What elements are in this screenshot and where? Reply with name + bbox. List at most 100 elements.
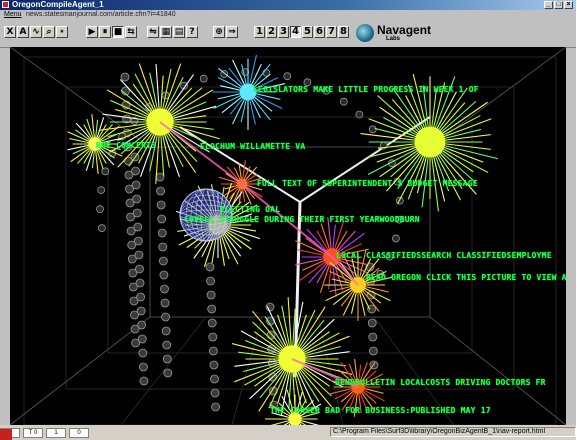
grid-node	[156, 186, 165, 196]
grid-node	[135, 264, 144, 274]
grid-node	[138, 348, 148, 358]
arc-node	[97, 224, 106, 232]
app-window: OregonCompileAgent_1 _ □ × Menu news.sta…	[0, 0, 576, 440]
search-tool-button[interactable]: ⌕	[43, 26, 55, 38]
current-url: news.statesmanjournal.com/article.cfm?i=…	[26, 11, 176, 18]
status-bar: 0 T 0 1 0 C:\Program Files\Surf3D\librar…	[0, 425, 576, 440]
grid-node	[208, 346, 218, 356]
arc-node	[97, 186, 106, 194]
grid-node	[159, 270, 169, 280]
node-label[interactable]: LOCAL CLASSIFIEDSSEARCH CLASSIFIEDSEMPLO…	[336, 251, 552, 260]
forward-button[interactable]: ⇒	[226, 26, 238, 38]
node-label[interactable]: LEGISLATORS MAKE LITTLE PROGRESS IN WEEK…	[253, 85, 479, 94]
node-label[interactable]: NUE CONCERTS	[96, 141, 156, 150]
node-label[interactable]: THE CORNER BAD FOR BUSINESS:PUBLISHED MA…	[270, 406, 491, 415]
grid-node	[206, 276, 215, 286]
grid-node	[210, 374, 219, 384]
grid-node	[134, 250, 144, 260]
link-line	[159, 121, 243, 185]
view-6-button[interactable]: 6	[314, 26, 325, 38]
grid-line	[429, 47, 566, 148]
node-label[interactable]: COVELL STRUGGLE DURING THEIR FIRST YEARW…	[184, 215, 420, 224]
grid-node	[158, 242, 168, 252]
grid-line	[10, 316, 151, 425]
wave-tool-button[interactable]: ∿	[30, 26, 42, 38]
status-field: T 0	[23, 428, 43, 438]
grid-node	[137, 334, 147, 344]
status-field: 1	[46, 428, 66, 438]
maximize-button[interactable]: □	[554, 1, 563, 9]
grid-node	[161, 312, 171, 322]
grid-node	[163, 368, 173, 378]
zoom-button[interactable]: ⊕	[213, 26, 225, 38]
grid-node	[211, 402, 221, 412]
node-label[interactable]: READ OREGON CLICK THIS PICTURE TO VIEW A…	[366, 273, 566, 282]
stop-button[interactable]: ■	[112, 26, 124, 38]
transfer-button[interactable]: ⇋	[147, 26, 159, 38]
toolbar: X A ∿ ⌕ ⋆ ▶ ⏸ ■ ⇆ ⇋ ▦ ▤ ? ⊕ ⇒ 1 2 3 4 5 …	[0, 19, 576, 48]
arc-node	[339, 97, 348, 106]
view-3-button[interactable]: 3	[278, 26, 289, 38]
arc-node	[355, 110, 364, 119]
node-label[interactable]: ELECTING OAL	[220, 205, 280, 214]
grid-node	[206, 290, 216, 300]
list-view-button[interactable]: ▤	[173, 26, 185, 38]
arc-node	[283, 72, 292, 81]
node-label[interactable]: FULL TEXT OF SUPERINTENDENT S BUDGET MES…	[257, 179, 478, 188]
globe-icon	[356, 24, 374, 42]
grid-node	[136, 306, 146, 316]
grid-node	[139, 376, 149, 386]
grid-node	[368, 332, 378, 342]
grid-node	[205, 262, 215, 272]
grid-node	[133, 236, 143, 246]
status-field: 0	[69, 428, 89, 438]
view-2-button[interactable]: 2	[266, 26, 277, 38]
help-button[interactable]: ?	[186, 26, 198, 38]
taskbar-edge	[0, 429, 12, 440]
view-8-button[interactable]: 8	[338, 26, 349, 38]
grid-node	[368, 346, 378, 356]
grid-node	[133, 222, 143, 232]
view-5-button[interactable]: 5	[302, 26, 313, 38]
grid-node	[160, 298, 170, 308]
grid-node	[131, 166, 140, 176]
grid-node	[135, 278, 145, 288]
node-label[interactable]: ELOCHUM WILLAMETTE VA	[200, 142, 305, 151]
node-label[interactable]: BENDBULLETIN LOCALCOSTS DRIVING DOCTORS …	[335, 378, 546, 387]
view-1-button[interactable]: 1	[254, 26, 265, 38]
starburst-core	[414, 126, 446, 158]
view-4-button[interactable]: 4	[290, 26, 301, 38]
grid-node	[138, 362, 148, 372]
3d-visualization-viewport[interactable]: LEGISLATORS MAKE LITTLE PROGRESS IN WEEK…	[10, 47, 566, 425]
text-tool-button[interactable]: A	[17, 26, 29, 38]
grid-node	[162, 340, 172, 350]
grid-node	[207, 304, 217, 314]
grid-node	[155, 172, 165, 182]
menu-bar: Menu news.statesmanjournal.com/article.c…	[0, 10, 576, 19]
pause-button[interactable]: ⏸	[99, 26, 111, 38]
title-bar: OregonCompileAgent_1 _ □ ×	[0, 0, 576, 10]
arc-node	[96, 205, 104, 213]
3d-scene[interactable]	[10, 47, 566, 425]
play-button[interactable]: ▶	[86, 26, 98, 38]
close-button[interactable]: ×	[564, 1, 573, 9]
grid-node	[208, 332, 218, 342]
arc-node	[199, 74, 208, 83]
grid-node	[156, 200, 166, 210]
view-7-button[interactable]: 7	[326, 26, 337, 38]
menu-item-menu[interactable]: Menu	[4, 10, 22, 19]
app-icon	[2, 1, 9, 8]
grid-view-button[interactable]: ▦	[160, 26, 172, 38]
grid-node	[209, 360, 219, 370]
star-tool-button[interactable]: ⋆	[56, 26, 68, 38]
grid-node	[210, 388, 220, 398]
status-file-path: C:\Program Files\Surf3D\library\OregonBi…	[330, 427, 576, 437]
swap-button[interactable]: ⇆	[125, 26, 137, 38]
reset-view-button[interactable]: X	[4, 26, 16, 38]
grid-node	[158, 256, 168, 266]
window-title: OregonCompileAgent_1	[12, 0, 104, 9]
brand-name: Navagent	[377, 23, 432, 37]
grid-node	[162, 354, 172, 364]
grid-node	[207, 318, 217, 328]
minimize-button[interactable]: _	[544, 1, 553, 9]
